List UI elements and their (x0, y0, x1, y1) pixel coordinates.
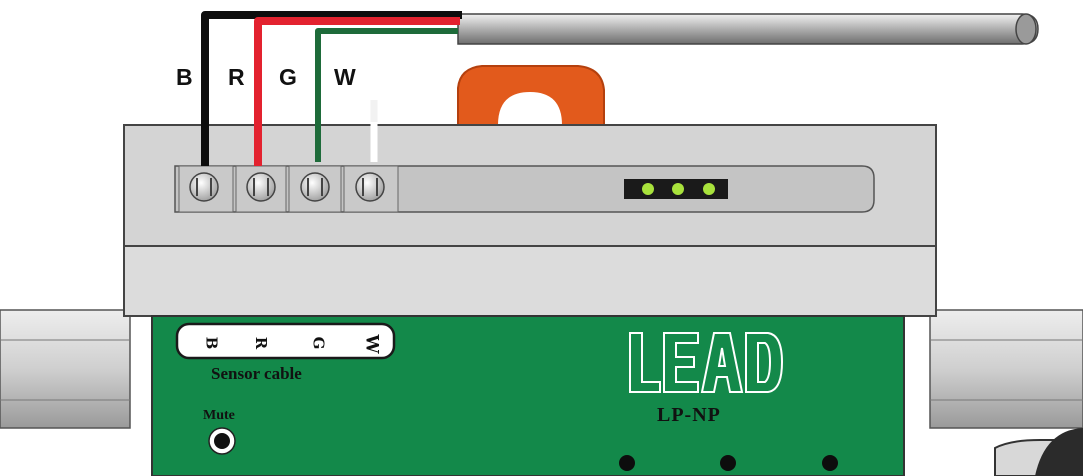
wire-label-black: B (176, 64, 194, 90)
terminal-screw-b (178, 165, 234, 213)
board-dot-3 (822, 455, 838, 471)
sensor-cable-label: Sensor cable (211, 364, 302, 383)
strip-label-g: G (309, 336, 328, 350)
mute-label: Mute (203, 408, 235, 423)
board-dot-1 (619, 455, 635, 471)
led-2 (672, 183, 684, 195)
terminal-screw-r (235, 165, 287, 213)
strip-label-b: B (202, 336, 221, 350)
adjacent-module (994, 428, 1083, 476)
mounting-clip (457, 65, 605, 126)
board-dot-2 (720, 455, 736, 471)
led-indicator-strip (624, 179, 728, 199)
led-1 (642, 183, 654, 195)
wire-label-red: R (228, 64, 246, 90)
terminal-housing (123, 124, 937, 317)
sensor-cable (457, 13, 1039, 45)
wire-label-green: G (279, 64, 298, 90)
diagram-drawing (0, 11, 1083, 476)
model-label: LP-NP (657, 404, 721, 426)
sensor-wiring-diagram: B R G W B R G W Sensor cable Mute LP-NP (0, 0, 1083, 476)
led-3 (703, 183, 715, 195)
strip-label-r: R (252, 336, 271, 350)
terminal-screw-w (343, 165, 399, 213)
wire-label-white: W (334, 64, 357, 90)
strip-label-w: W (361, 334, 382, 354)
terminal-block (178, 165, 399, 213)
terminal-screw-g (288, 165, 342, 213)
